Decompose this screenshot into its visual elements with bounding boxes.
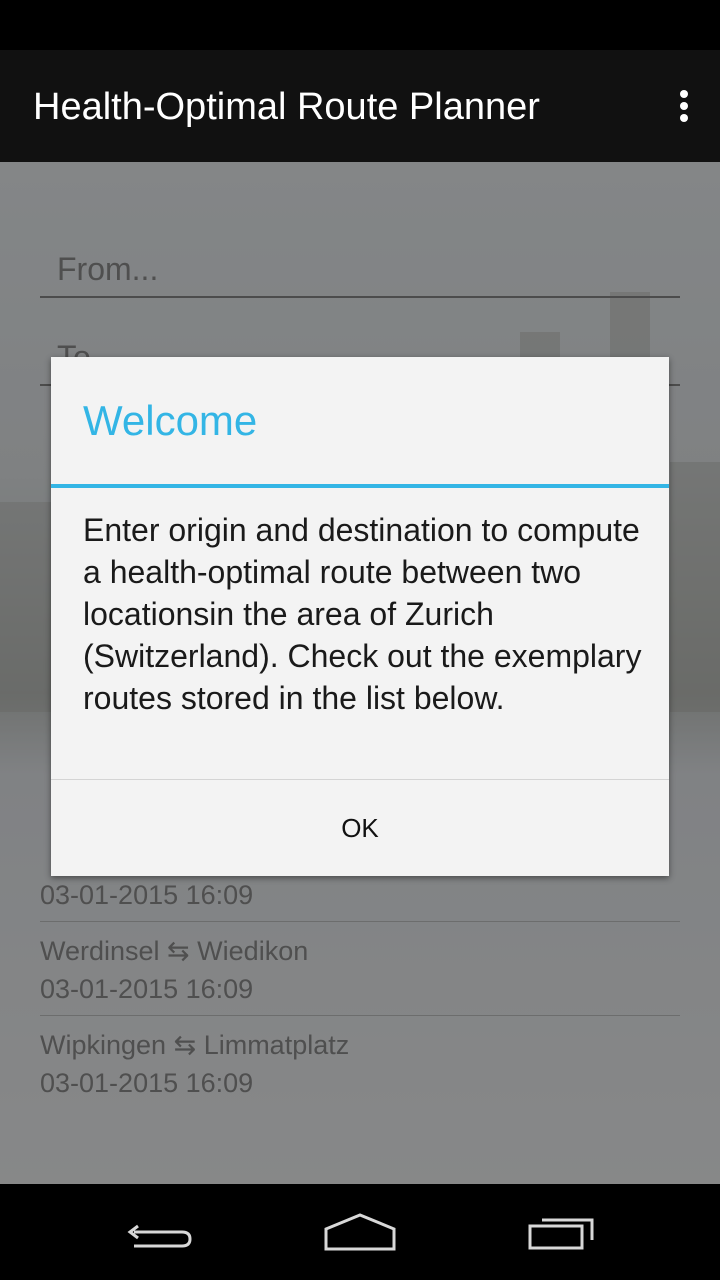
overflow-menu-icon[interactable] (668, 84, 700, 128)
dialog-title-divider (51, 484, 669, 488)
ok-button[interactable]: OK (51, 780, 669, 876)
navigation-bar (0, 1184, 720, 1280)
screen: Health-Optimal Route Planner From... To.… (0, 0, 720, 1280)
action-bar: Health-Optimal Route Planner (0, 50, 720, 162)
back-icon[interactable] (100, 1202, 220, 1262)
status-bar (0, 0, 720, 50)
app-title: Health-Optimal Route Planner (33, 86, 540, 128)
recent-apps-icon[interactable] (502, 1202, 622, 1262)
dialog-title: Welcome (83, 397, 258, 444)
dialog-message: Enter origin and destination to compute … (83, 512, 642, 716)
home-icon[interactable] (300, 1202, 420, 1262)
welcome-dialog: Welcome Enter origin and destination to … (51, 357, 669, 876)
